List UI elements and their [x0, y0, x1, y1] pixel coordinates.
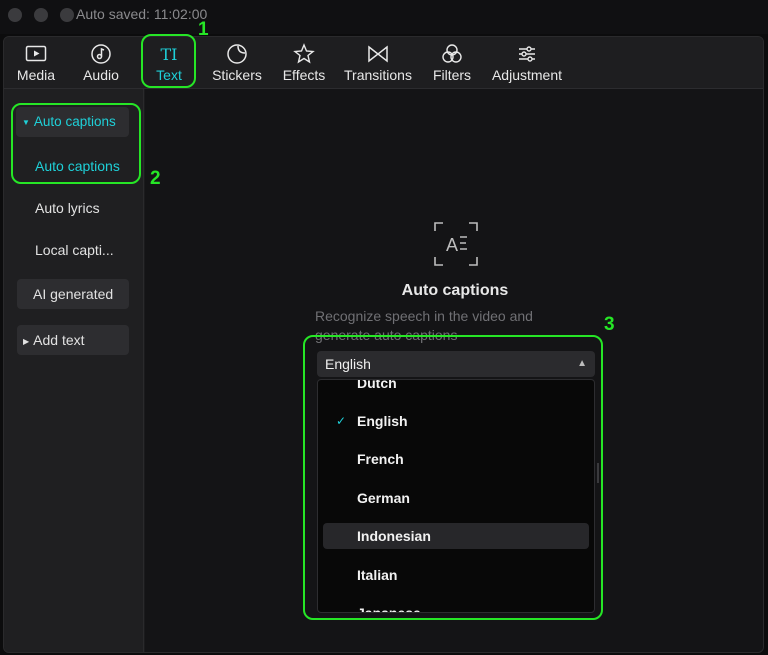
sidebar-item-add-text[interactable]: ▶ Add text	[17, 325, 129, 355]
annotation-box-3	[303, 335, 603, 620]
autosave-status: Auto saved: 11:02:00	[76, 6, 208, 22]
sidebar-item-local-captions[interactable]: Local capti...	[16, 235, 129, 265]
tab-filters[interactable]: Filters	[430, 39, 474, 87]
annotation-number-2: 2	[150, 168, 161, 189]
svg-text:A: A	[446, 235, 458, 255]
audio-icon	[91, 44, 111, 64]
zoom-window-button[interactable]	[60, 8, 74, 22]
effects-icon	[293, 43, 315, 64]
stickers-icon	[227, 44, 247, 64]
annotation-number-1: 1	[198, 19, 209, 40]
auto-captions-title: Auto captions	[401, 282, 509, 299]
close-window-button[interactable]	[8, 8, 22, 22]
filters-icon	[442, 44, 462, 63]
tab-transitions[interactable]: Transitions	[340, 39, 416, 87]
title-bar: Auto saved: 11:02:00	[0, 0, 768, 34]
tab-media[interactable]: Media	[12, 39, 60, 87]
sidebar-item-ai-generated[interactable]: AI generated	[17, 279, 129, 309]
tab-stickers[interactable]: Stickers	[206, 39, 268, 87]
tab-adjustment[interactable]: Adjustment	[488, 39, 566, 87]
auto-captions-icon: A	[434, 222, 478, 266]
tab-effects[interactable]: Effects	[278, 39, 330, 87]
caret-right-icon: ▶	[23, 337, 30, 346]
media-icon	[25, 45, 47, 62]
sidebar-item-auto-lyrics[interactable]: Auto lyrics	[16, 193, 129, 223]
annotation-number-3: 3	[604, 314, 615, 335]
annotation-box-1	[141, 34, 196, 88]
adjustment-icon	[519, 46, 535, 62]
transitions-icon	[368, 45, 388, 63]
tab-audio[interactable]: Audio	[78, 39, 124, 87]
annotation-box-2	[11, 103, 141, 184]
minimize-window-button[interactable]	[34, 8, 48, 22]
top-tab-bar: Media Audio TI Text Stickers Effects Tra…	[4, 37, 763, 89]
